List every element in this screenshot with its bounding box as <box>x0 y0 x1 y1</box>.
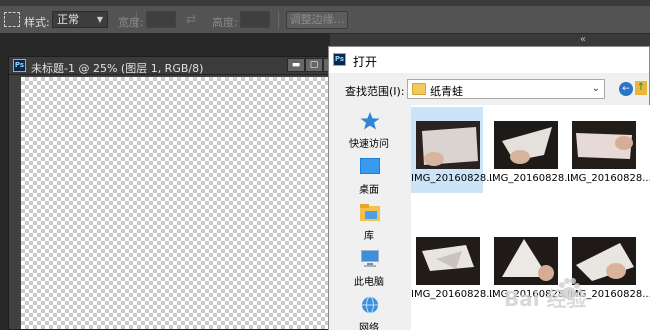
document-title: 未标题-1 @ 25% (图层 1, RGB/8) <box>31 62 204 75</box>
desktop-icon <box>360 158 380 174</box>
minimize-button[interactable]: ▬ <box>287 58 305 72</box>
refine-edge-button[interactable]: 调整边缘... <box>286 11 348 29</box>
file-thumbnail[interactable]: IMG_20160828... <box>567 107 650 193</box>
place-library[interactable]: 库 <box>333 197 405 247</box>
chevron-down-icon: ⌄ <box>591 83 600 94</box>
file-thumbnail[interactable]: IMG_20160828... <box>411 223 496 309</box>
open-dialog: Ps 打开 查找范围(I): 纸青蛙 ⌄ ← ↑ 快速访问 桌面 库 此电脑 网… <box>328 46 650 330</box>
marquee-tool-icon[interactable] <box>4 12 20 27</box>
transparent-canvas[interactable] <box>21 77 341 329</box>
file-preview-image <box>416 121 480 169</box>
place-label: 快速访问 <box>349 139 389 150</box>
file-thumbnail[interactable]: IMG_20160828... <box>489 107 574 193</box>
chevron-down-icon: ▼ <box>96 15 103 24</box>
width-label: 宽度: <box>118 16 144 29</box>
up-folder-icon[interactable]: ↑ <box>635 81 647 95</box>
style-label: 样式: <box>24 16 50 29</box>
file-name: IMG_20160828... <box>411 289 496 300</box>
dialog-body: 查找范围(I): 纸青蛙 ⌄ ← ↑ 快速访问 桌面 库 此电脑 网络 IMG_… <box>329 73 650 330</box>
style-value: 正常 <box>57 13 79 26</box>
places-sidebar: 快速访问 桌面 库 此电脑 网络 <box>333 105 405 330</box>
look-in-label: 查找范围(I): <box>345 85 405 98</box>
file-name: IMG_20160828... <box>489 173 574 184</box>
place-label: 网络 <box>359 323 379 330</box>
star-icon <box>360 112 380 130</box>
swap-icon[interactable]: ⇄ <box>186 12 196 26</box>
place-quick-access[interactable]: 快速访问 <box>333 105 405 155</box>
paw-logo-icon <box>559 278 580 299</box>
divider <box>278 12 279 28</box>
file-thumbnail[interactable]: IMG_20160828... <box>411 107 496 193</box>
look-in-dropdown[interactable]: 纸青蛙 ⌄ <box>407 79 605 99</box>
document-window: Ps 未标题-1 @ 25% (图层 1, RGB/8) ▬ ▢ ✕ <box>8 56 343 330</box>
file-name: IMG_20160828... <box>411 173 496 184</box>
options-bar: 样式: 正常 ▼ 宽度: ⇄ 高度: 调整边缘... <box>0 6 650 34</box>
file-preview-image <box>572 121 636 169</box>
restore-button[interactable]: ▢ <box>305 58 323 72</box>
folder-icon <box>412 83 426 95</box>
computer-icon <box>361 250 379 267</box>
place-network[interactable]: 网络 <box>333 289 405 330</box>
library-icon <box>360 204 380 221</box>
photoshop-logo-icon: Ps <box>333 53 346 66</box>
place-label: 桌面 <box>359 185 379 196</box>
dialog-title: 打开 <box>353 55 378 69</box>
look-in-value: 纸青蛙 <box>430 85 463 98</box>
back-arrow-icon[interactable]: ← <box>619 82 633 96</box>
photoshop-logo-icon: Ps <box>13 59 26 72</box>
document-title-bar[interactable]: Ps 未标题-1 @ 25% (图层 1, RGB/8) ▬ ▢ ✕ <box>9 57 342 75</box>
style-select[interactable]: 正常 ▼ <box>52 11 108 28</box>
network-icon <box>362 296 378 314</box>
dialog-title-bar[interactable]: Ps 打开 <box>329 47 649 73</box>
place-this-pc[interactable]: 此电脑 <box>333 243 405 293</box>
place-label: 库 <box>364 231 374 242</box>
height-field[interactable] <box>240 11 270 28</box>
file-preview-image <box>494 121 558 169</box>
place-label: 此电脑 <box>354 277 384 288</box>
file-preview-image <box>416 237 480 285</box>
collapse-panels-icon[interactable]: « <box>580 34 586 45</box>
file-name: IMG_20160828... <box>567 173 650 184</box>
file-preview-image <box>494 237 558 285</box>
place-desktop[interactable]: 桌面 <box>333 151 405 201</box>
height-label: 高度: <box>212 16 238 29</box>
width-field[interactable] <box>146 11 176 28</box>
